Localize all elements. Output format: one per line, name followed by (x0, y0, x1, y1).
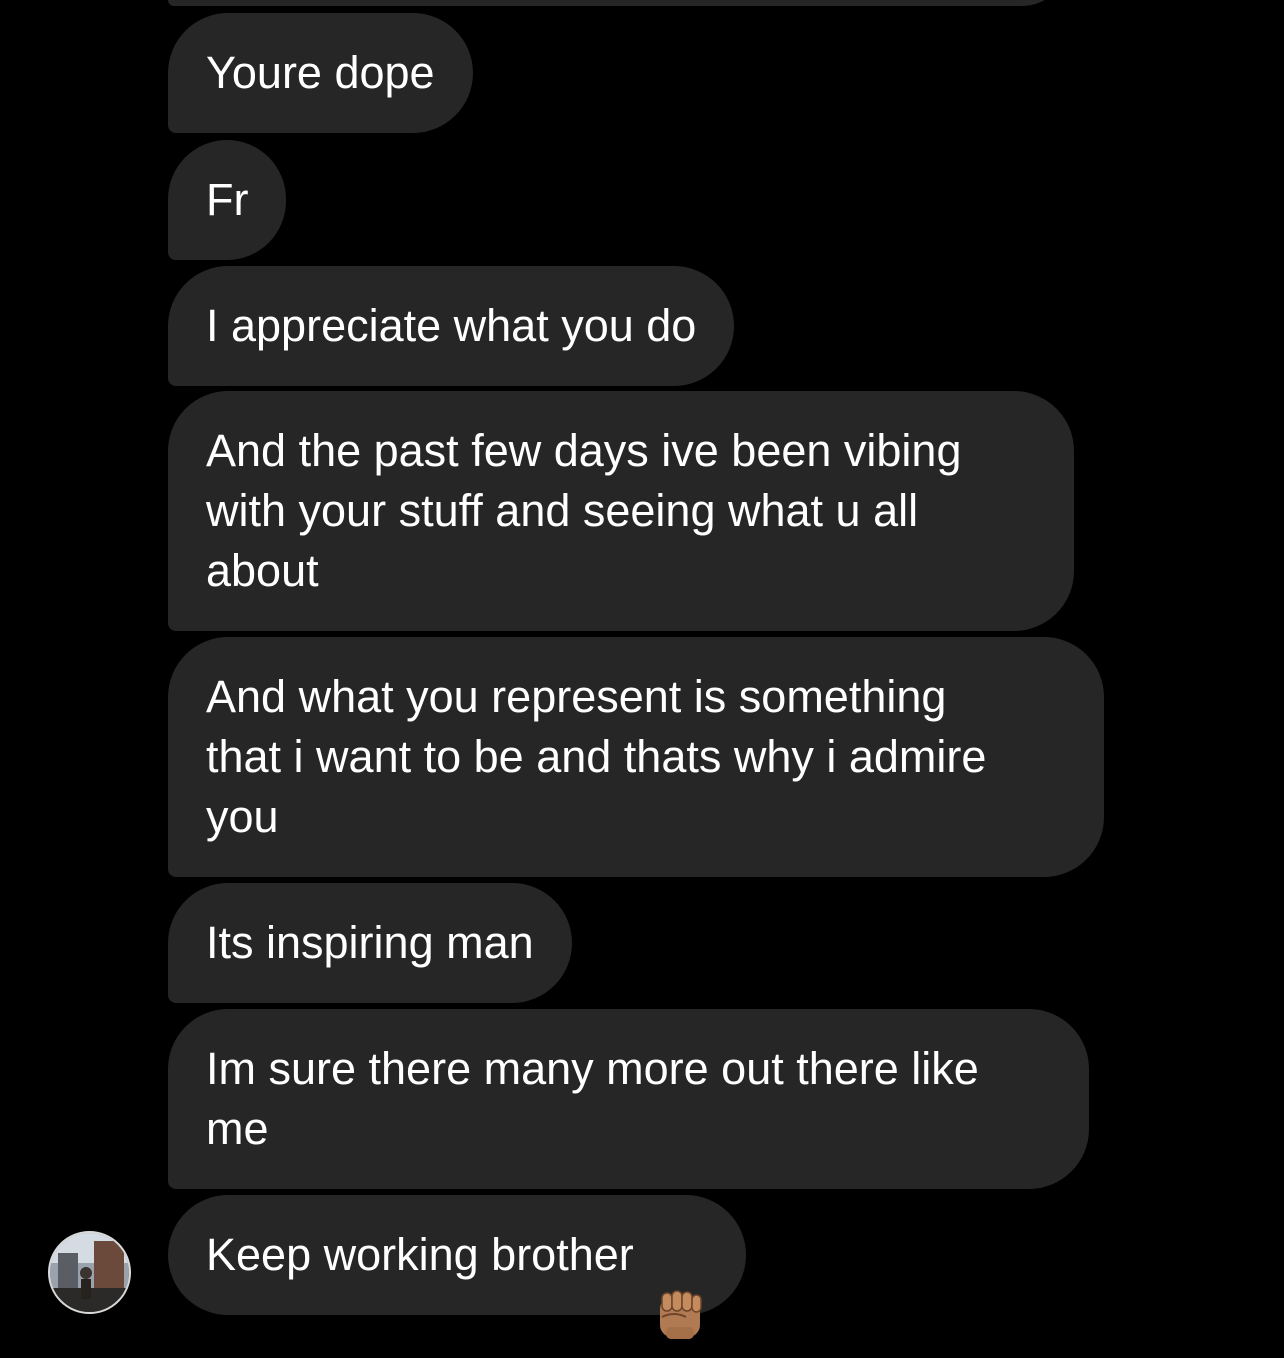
message-text: Youre dope (206, 47, 435, 98)
avatar[interactable] (48, 1231, 131, 1314)
message-bubble[interactable]: Its inspiring man (168, 883, 572, 1003)
message-bubble[interactable]: Fr (168, 140, 287, 260)
message-bubble[interactable]: And the past few days ive been vibing wi… (168, 391, 1074, 631)
previous-message-bubble[interactable] (168, 0, 1068, 6)
message-thread: Youre dope Fr I appreciate what you do A… (0, 0, 1284, 1339)
message-bubble[interactable]: Im sure there many more out there like m… (168, 1009, 1089, 1189)
message-text: And the past few days ive been vibing wi… (206, 425, 962, 596)
message-text: Keep working brother (206, 1229, 634, 1280)
message-bubble[interactable]: I appreciate what you do (168, 266, 735, 386)
message-text: And what you represent is something that… (206, 671, 987, 842)
message-text: Im sure there many more out there like m… (206, 1043, 979, 1154)
message-text: Fr (206, 174, 249, 225)
message-bubble[interactable]: Keep working brother (168, 1195, 746, 1339)
message-bubble[interactable]: And what you represent is something that… (168, 637, 1104, 877)
message-text: I appreciate what you do (206, 300, 697, 351)
message-bubble[interactable]: Youre dope (168, 13, 473, 133)
message-text: Its inspiring man (206, 917, 534, 968)
raised-fist-icon (652, 1227, 708, 1339)
